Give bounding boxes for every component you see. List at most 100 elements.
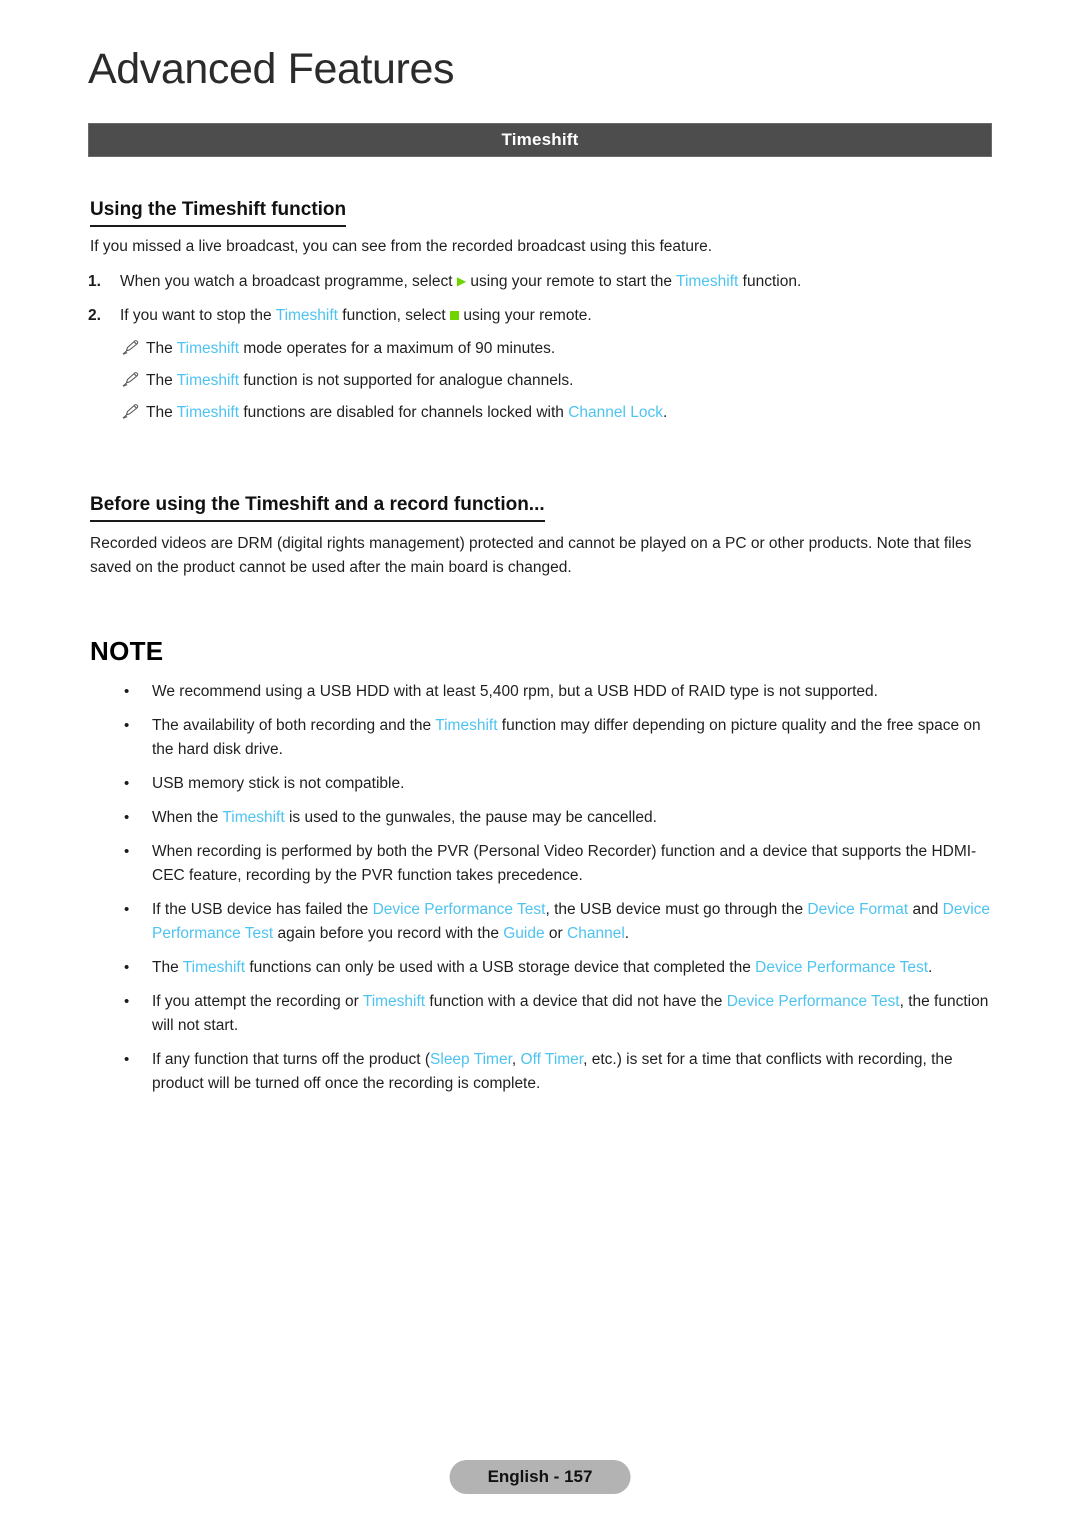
note-bullet-text: The Timeshift functions can only be used… xyxy=(152,956,996,980)
pencil-notes-list: The Timeshift mode operates for a maximu… xyxy=(122,337,1002,433)
step-text-before-keyword: If you want to stop the xyxy=(120,307,272,324)
step-number: 2. xyxy=(88,307,101,324)
note-suffix: mode operates for a maximum of 90 minute… xyxy=(243,340,556,357)
drm-paragraph: Recorded videos are DRM (digital rights … xyxy=(90,535,972,576)
step-text-end: using your remote. xyxy=(463,307,592,324)
step-text-after-glyph: using your remote to start the xyxy=(470,273,673,290)
text-run: When the xyxy=(152,809,223,826)
keyword-term: Timeshift xyxy=(182,959,246,976)
pencil-note-icon xyxy=(122,337,146,355)
keyword-term: Channel xyxy=(567,925,625,942)
pencil-note-text: The Timeshift functions are disabled for… xyxy=(146,401,1002,424)
note-bullet-item: • If any function that turns off the prod… xyxy=(124,1048,996,1096)
pencil-note-icon xyxy=(122,401,146,419)
bullet-marker-icon: • xyxy=(124,993,130,1010)
keyword-term: Device Performance Test xyxy=(726,993,900,1010)
text-run: , xyxy=(511,1051,521,1068)
text-run: USB memory stick is not compatible. xyxy=(152,775,405,792)
keyword-term: Timeshift xyxy=(222,809,285,826)
note-bullet-list: • We recommend using a USB HDD with at le… xyxy=(124,680,996,1106)
bullet-marker-icon: • xyxy=(124,959,130,976)
pencil-note-text: The Timeshift mode operates for a maximu… xyxy=(146,337,1002,360)
pencil-note-item: The Timeshift functions are disabled for… xyxy=(122,401,1002,424)
intro-paragraph: If you missed a live broadcast, you can … xyxy=(90,238,713,255)
text-run: functions can only be used with a USB st… xyxy=(245,959,756,976)
text-run: or xyxy=(544,925,568,942)
page-title: Advanced Features xyxy=(88,45,455,93)
text-run: If you attempt the recording or xyxy=(152,993,363,1010)
text-run: and xyxy=(908,901,943,918)
text-run: When recording is performed by both the … xyxy=(152,843,977,884)
text-run: function with a device that did not have… xyxy=(425,993,727,1010)
note-bullet-text: When recording is performed by both the … xyxy=(152,840,996,888)
note-bullet-item: • USB memory stick is not compatible. xyxy=(124,772,996,796)
note-bullet-item: • If you attempt the recording or Timeshi… xyxy=(124,990,996,1038)
heading-before-using-timeshift: Before using the Timeshift and a record … xyxy=(90,494,545,522)
pencil-note-icon xyxy=(122,369,146,387)
keyword-term: Sleep Timer xyxy=(430,1051,512,1068)
bullet-marker-icon: • xyxy=(124,901,130,918)
keyword-timeshift: Timeshift xyxy=(275,307,338,324)
play-icon: ▶ xyxy=(456,274,467,288)
bullet-marker-icon: • xyxy=(124,717,130,734)
bullet-marker-icon: • xyxy=(124,683,130,700)
note-bullet-item: • When the Timeshift is used to the gunwa… xyxy=(124,806,996,830)
text-run: If any function that turns off the produ… xyxy=(152,1051,431,1068)
step-text: If you want to stop the Timeshift functi… xyxy=(120,304,998,327)
note-prefix: The xyxy=(146,340,173,357)
note-bullet-text: USB memory stick is not compatible. xyxy=(152,772,996,796)
text-run: . xyxy=(928,959,933,976)
note-bullet-text: The availability of both recording and t… xyxy=(152,714,996,762)
section-banner: Timeshift xyxy=(88,123,992,157)
step-item: 2. If you want to stop the Timeshift fun… xyxy=(88,304,998,327)
note-bullet-text: We recommend using a USB HDD with at lea… xyxy=(152,680,996,704)
bullet-marker-icon: • xyxy=(124,843,130,860)
bullet-marker-icon: • xyxy=(124,775,130,792)
keyword-term: Device Format xyxy=(807,901,909,918)
bullet-marker-icon: • xyxy=(124,1051,130,1068)
pencil-note-item: The Timeshift function is not supported … xyxy=(122,369,1002,392)
text-run: The availability of both recording and t… xyxy=(152,717,436,734)
step-text-end: function. xyxy=(742,273,802,290)
keyword-term: Device Performance Test xyxy=(372,901,546,918)
note-bullet-item: • We recommend using a USB HDD with at le… xyxy=(124,680,996,704)
keyword-timeshift: Timeshift xyxy=(176,404,240,421)
keyword-channel-lock: Channel Lock xyxy=(568,404,663,421)
note-bullet-text: If the USB device has failed the Device … xyxy=(152,898,996,946)
step-item: 1. When you watch a broadcast programme,… xyxy=(88,270,998,293)
text-run: We recommend using a USB HDD with at lea… xyxy=(152,683,878,700)
pencil-note-item: The Timeshift mode operates for a maximu… xyxy=(122,337,1002,360)
keyword-timeshift: Timeshift xyxy=(176,340,240,357)
step-text: When you watch a broadcast programme, se… xyxy=(120,270,998,293)
note-bullet-text: If any function that turns off the produ… xyxy=(152,1048,996,1096)
page-footer-label: English - 157 xyxy=(449,1460,631,1494)
heading-using-timeshift-function: Using the Timeshift function xyxy=(90,199,347,227)
text-run: , the USB device must go through the xyxy=(545,901,808,918)
bullet-marker-icon: • xyxy=(124,809,130,826)
text-run: . xyxy=(624,925,630,942)
note-prefix: The xyxy=(146,404,173,421)
note-section-heading: NOTE xyxy=(90,636,164,666)
note-bullet-item: • The Timeshift functions can only be use… xyxy=(124,956,996,980)
keyword-term: Timeshift xyxy=(362,993,426,1010)
section-banner-label: Timeshift xyxy=(501,130,579,149)
keyword-term: Guide xyxy=(503,925,545,942)
text-run: again before you record with the xyxy=(273,925,504,942)
text-run: The xyxy=(152,959,183,976)
text-run: is used to the gunwales, the pause may b… xyxy=(284,809,657,826)
numbered-steps-list: 1. When you watch a broadcast programme,… xyxy=(88,270,998,338)
note-suffix: functions are disabled for channels lock… xyxy=(243,404,564,421)
keyword-term: Off Timer xyxy=(520,1051,584,1068)
note-bullet-item: • If the USB device has failed the Device… xyxy=(124,898,996,946)
note-bullet-text: If you attempt the recording or Timeshif… xyxy=(152,990,996,1038)
note-suffix: function is not supported for analogue c… xyxy=(243,372,574,389)
step-text-after-keyword: function, select xyxy=(342,307,446,324)
note-bullet-text: When the Timeshift is used to the gunwal… xyxy=(152,806,996,830)
step-number: 1. xyxy=(88,273,101,290)
note-bullet-item: • The availability of both recording and … xyxy=(124,714,996,762)
keyword-timeshift: Timeshift xyxy=(176,372,240,389)
keyword-timeshift: Timeshift xyxy=(676,273,739,290)
step-text-before-glyph: When you watch a broadcast programme, se… xyxy=(120,273,453,290)
note-suffix-end: . xyxy=(663,404,668,421)
note-prefix: The xyxy=(146,372,173,389)
